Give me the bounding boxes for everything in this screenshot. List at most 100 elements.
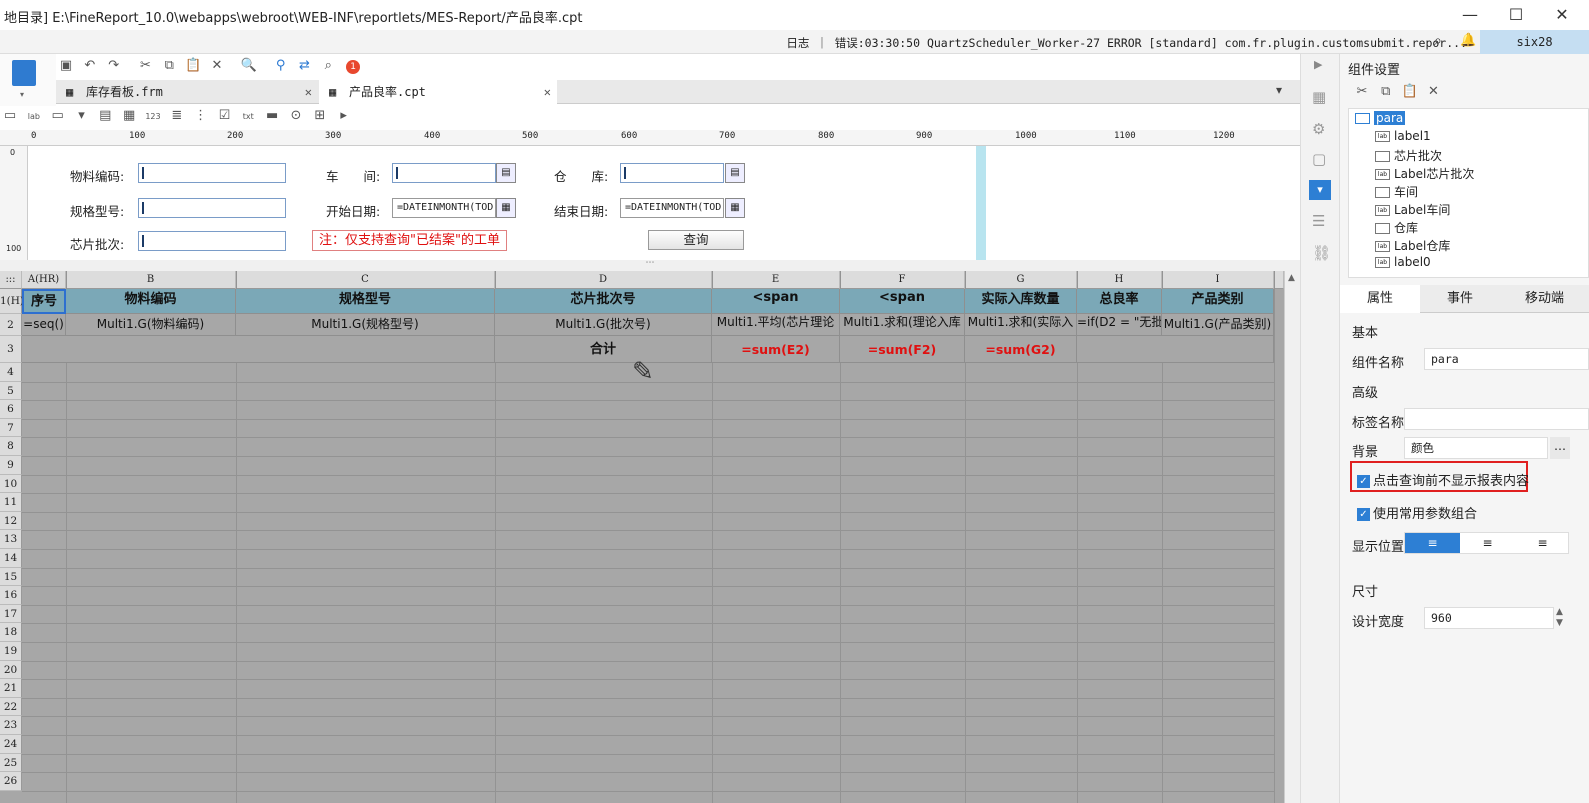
row-header[interactable]: 23 bbox=[0, 716, 22, 735]
undo-icon[interactable]: ↶ bbox=[80, 56, 100, 76]
log-message[interactable]: 日志 ｜ 错误:03:30:50 QuartzScheduler_Worker-… bbox=[786, 35, 1467, 51]
lab-widget-icon[interactable]: lab bbox=[24, 107, 44, 127]
row-header[interactable]: 9 bbox=[0, 456, 22, 475]
close-icon[interactable]: ✕ bbox=[305, 80, 312, 104]
row-header[interactable]: 15 bbox=[0, 567, 22, 587]
edit-pencil-icon[interactable]: ✎ bbox=[632, 357, 654, 387]
row-header[interactable]: 4 bbox=[0, 363, 22, 382]
cell-f2[interactable]: Multi1.求和(理论入库 bbox=[840, 314, 965, 336]
tag-name-input[interactable] bbox=[1404, 408, 1589, 430]
row-header[interactable]: 8 bbox=[0, 437, 22, 456]
row-header[interactable]: 3 bbox=[0, 336, 22, 363]
preview-icon[interactable]: 🔍 bbox=[239, 56, 259, 76]
frame-icon[interactable]: ▢ bbox=[1312, 150, 1326, 168]
row-header[interactable]: 14 bbox=[0, 549, 22, 568]
delete-icon[interactable]: ✕ bbox=[1423, 82, 1443, 102]
chip-batch-input[interactable] bbox=[138, 231, 286, 251]
column-header[interactable]: C bbox=[236, 271, 495, 289]
column-header[interactable]: I bbox=[1162, 271, 1274, 289]
cell-g3[interactable]: =sum(G2) bbox=[965, 336, 1077, 363]
tree-item[interactable]: 芯片批次 bbox=[1375, 147, 1442, 164]
row-header[interactable]: 1(H) bbox=[0, 289, 24, 314]
plugin-icon[interactable]: ⚲ bbox=[271, 56, 291, 76]
section-basic[interactable]: 基本 bbox=[1352, 322, 1378, 341]
widget-tree[interactable]: para lab label1 芯片批次 lab Label芯片批次 车间 lab L… bbox=[1348, 108, 1589, 278]
row-header[interactable]: 19 bbox=[0, 642, 22, 661]
cut-icon[interactable]: ✂ bbox=[135, 56, 155, 76]
dropdown-icon[interactable]: ▤ bbox=[725, 163, 745, 183]
column-header[interactable]: E bbox=[712, 271, 840, 289]
row-header[interactable]: 7 bbox=[0, 418, 22, 438]
cell-d1[interactable]: 芯片批次号 bbox=[495, 289, 712, 314]
close-icon[interactable]: ✕ bbox=[544, 80, 551, 104]
row-header[interactable]: 11 bbox=[0, 493, 22, 512]
material-code-input[interactable] bbox=[138, 163, 286, 183]
row-header[interactable]: 13 bbox=[0, 530, 22, 549]
radio-icon[interactable]: ⋮ bbox=[191, 106, 211, 126]
sync-icon[interactable]: ⇄ bbox=[294, 56, 314, 76]
row-header[interactable]: 5 bbox=[0, 381, 22, 401]
end-date-input[interactable]: =DATEINMONTH(TOD: bbox=[620, 198, 724, 218]
row-header[interactable]: 20 bbox=[0, 660, 22, 680]
link-icon[interactable]: ⛓ bbox=[1312, 244, 1331, 262]
search-icon[interactable]: ⌕ bbox=[1434, 33, 1442, 49]
cell-a1[interactable]: 序号 bbox=[22, 289, 66, 314]
delete-icon[interactable]: ✕ bbox=[207, 56, 227, 76]
cell-h3[interactable] bbox=[1077, 336, 1274, 363]
cell-attr-icon[interactable]: ▦ bbox=[1312, 88, 1326, 106]
collapse-icon[interactable]: ▶ bbox=[1314, 58, 1322, 71]
cell-b2[interactable]: Multi1.G(物料编码) bbox=[66, 314, 236, 336]
align-left-icon[interactable]: ≡ bbox=[1405, 533, 1460, 553]
spec-input[interactable] bbox=[138, 198, 286, 218]
close-window-button[interactable]: ✕ bbox=[1539, 2, 1585, 28]
query-button[interactable]: 查询 bbox=[648, 230, 744, 250]
column-header[interactable]: D bbox=[495, 271, 712, 289]
row-header[interactable]: 6 bbox=[0, 400, 22, 419]
cell-g2[interactable]: Multi1.求和(实际入 bbox=[965, 314, 1077, 336]
row-header[interactable]: 24 bbox=[0, 735, 22, 754]
background-input[interactable]: 颜色 bbox=[1404, 437, 1548, 459]
row-header[interactable]: 22 bbox=[0, 697, 22, 717]
tree-item[interactable]: lab label1 bbox=[1375, 129, 1431, 143]
datagrid-icon[interactable]: ▤ bbox=[95, 106, 115, 126]
tree-item[interactable]: 车间 bbox=[1375, 183, 1418, 200]
row-header[interactable]: 21 bbox=[0, 679, 22, 698]
tree-item[interactable]: lab Label车间 bbox=[1375, 201, 1450, 218]
tab-inventory[interactable]: ▦ 库存看板.frm ✕ bbox=[56, 80, 318, 104]
report-grid[interactable]: ::: A(HR) B C D E F G H I 1(H) 2 3 4 5 6… bbox=[0, 271, 1300, 803]
hide-before-query-checkbox[interactable]: ✓ 点击查询前不显示报表内容 bbox=[1357, 470, 1529, 489]
chevron-down-icon[interactable]: ▾ bbox=[20, 90, 24, 99]
tree-icon[interactable]: ⊞ bbox=[310, 106, 330, 126]
widget-settings-icon[interactable]: ▾ bbox=[1309, 180, 1331, 200]
cell-f1[interactable]: <span bbox=[840, 289, 965, 314]
copy-icon[interactable]: ⧉ bbox=[159, 56, 179, 76]
pane-splitter[interactable]: ⋯ bbox=[0, 259, 1300, 271]
tree-item[interactable]: lab Label芯片批次 bbox=[1375, 165, 1474, 182]
cell-c2[interactable]: Multi1.G(规格型号) bbox=[236, 314, 495, 336]
cell-i2[interactable]: Multi1.G(产品类别) bbox=[1162, 314, 1274, 336]
textfield-icon[interactable]: ▭ bbox=[48, 106, 68, 126]
tab-mobile[interactable]: 移动端 bbox=[1500, 285, 1589, 313]
cell-g1[interactable]: 实际入库数量 bbox=[965, 289, 1077, 314]
redo-icon[interactable]: ↷ bbox=[104, 56, 124, 76]
cell-e2[interactable]: Multi1.平均(芯片理论 bbox=[712, 314, 840, 336]
cell-i1[interactable]: 产品类别 bbox=[1162, 289, 1274, 314]
copy-icon[interactable]: ⧉ bbox=[1376, 82, 1396, 102]
cell-c1[interactable]: 规格型号 bbox=[236, 289, 495, 314]
textarea-icon[interactable]: ≣ bbox=[167, 106, 187, 126]
toggle-icon[interactable]: ⊙ bbox=[286, 106, 306, 126]
cell-a3-merged[interactable] bbox=[22, 336, 495, 363]
spinner-icon[interactable]: ▲ ▼ bbox=[1556, 607, 1563, 629]
more-icon[interactable]: ▸ bbox=[334, 106, 354, 126]
section-advanced[interactable]: 高级 bbox=[1352, 382, 1378, 401]
section-size[interactable]: 尺寸 bbox=[1352, 581, 1378, 600]
row-header[interactable]: 26 bbox=[0, 772, 22, 791]
cell-a2[interactable]: =seq() bbox=[22, 314, 66, 336]
dropdown-icon[interactable]: ▤ bbox=[496, 163, 516, 183]
start-date-input[interactable]: =DATEINMONTH(TOD: bbox=[392, 198, 496, 218]
calendar-icon[interactable]: ▦ bbox=[725, 198, 745, 218]
user-name[interactable]: six28 bbox=[1480, 30, 1589, 54]
cell-h1[interactable]: 总良率 bbox=[1077, 289, 1162, 314]
cell-b1[interactable]: 物料编码 bbox=[66, 289, 236, 314]
paste-icon[interactable]: 📋 bbox=[1400, 82, 1420, 102]
